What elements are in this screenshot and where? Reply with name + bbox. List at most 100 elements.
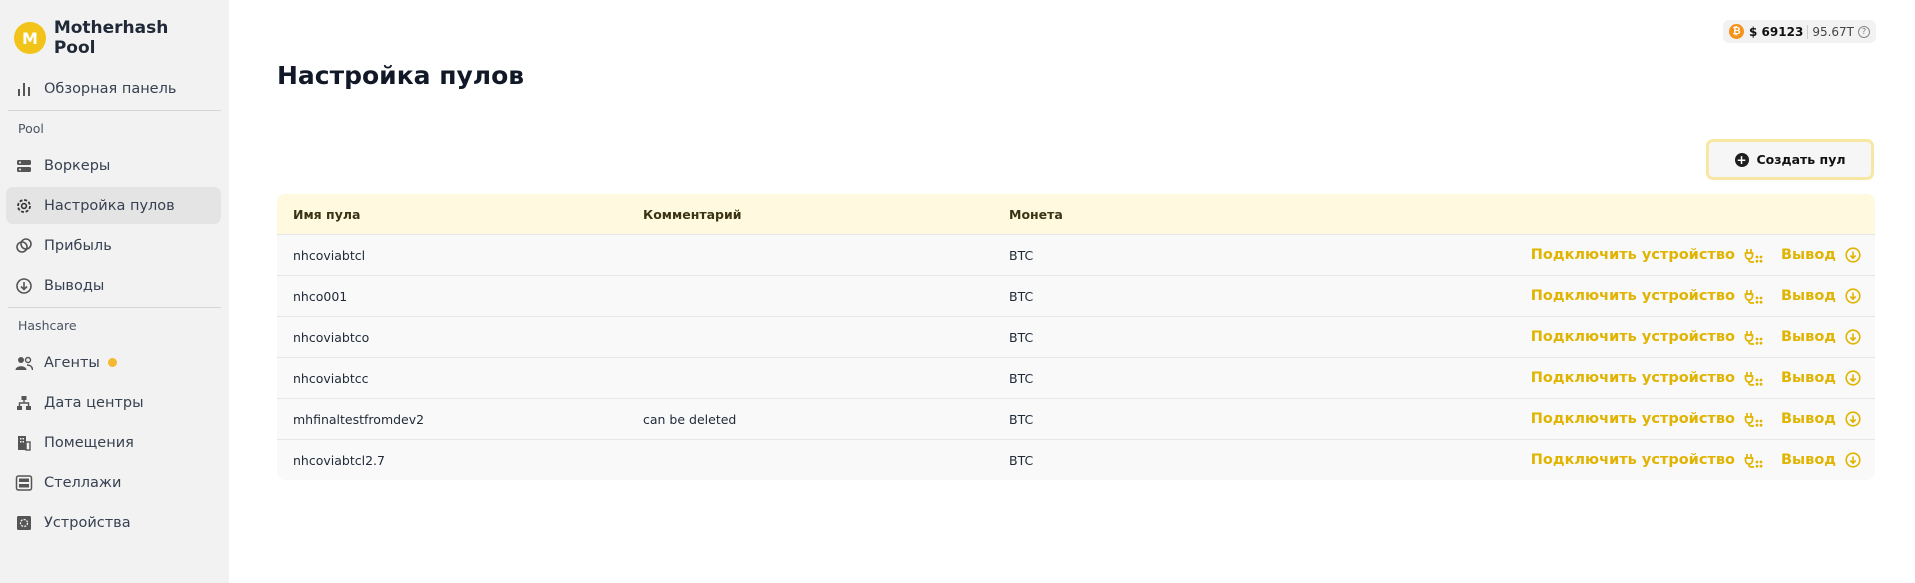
pool-name: nhcoviabtcl2.7	[293, 452, 385, 468]
rack-icon	[14, 473, 34, 493]
connect-device-button[interactable]: Подключить устройство	[1531, 329, 1763, 345]
pool-name: nhco001	[293, 288, 348, 304]
sidebar-item-racks[interactable]: Стеллажи	[6, 464, 221, 501]
connect-device-button[interactable]: Подключить устройство	[1531, 411, 1763, 427]
download-circle-icon	[1845, 288, 1861, 304]
create-pool-label: Создать пул	[1756, 152, 1846, 167]
withdraw-button[interactable]: Вывод	[1781, 411, 1861, 427]
building-icon	[14, 433, 34, 453]
connect-device-button[interactable]: Подключить устройство	[1531, 288, 1763, 304]
gear-icon	[14, 196, 34, 216]
bar-chart-icon	[14, 79, 34, 99]
main-content: ₿ $ 69123 95.67T ? Настройка пулов + Соз…	[229, 0, 1915, 583]
sidebar-item-rooms[interactable]: Помещения	[6, 424, 221, 461]
sidebar-item-pool-settings[interactable]: Настройка пулов	[6, 187, 221, 224]
plug-icon	[1744, 329, 1763, 345]
btc-price: $ 69123	[1749, 24, 1804, 39]
table-body: nhcoviabtcl BTC Подключить устройство Вы…	[277, 234, 1875, 480]
help-icon[interactable]: ?	[1858, 25, 1870, 38]
server-icon	[14, 156, 34, 176]
pool-coin: BTC	[1009, 329, 1034, 345]
table-row: nhcoviabtcl BTC Подключить устройство Вы…	[277, 234, 1875, 275]
hashrate-value: 95.67T	[1812, 24, 1854, 39]
btc-ticker[interactable]: ₿ $ 69123 95.67T ?	[1723, 20, 1876, 43]
app-root: M Motherhash Pool Обзорная панель Pool В…	[0, 0, 1915, 583]
page-title: Настройка пулов	[277, 61, 525, 90]
sidebar-item-label: Помещения	[44, 434, 134, 451]
connect-device-label: Подключить устройство	[1530, 370, 1735, 386]
sidebar-item-workers[interactable]: Воркеры	[6, 147, 221, 184]
plus-circle-icon: +	[1734, 152, 1749, 167]
download-circle-icon	[1845, 329, 1861, 345]
sidebar-item-label: Стеллажи	[44, 474, 122, 491]
plug-icon	[1744, 288, 1763, 304]
connect-device-label: Подключить устройство	[1530, 247, 1735, 263]
sidebar-item-label: Устройства	[44, 514, 131, 531]
table-row: nhcoviabtco BTC Подключить устройство Вы…	[277, 316, 1875, 357]
pools-table: Имя пула Комментарий Монета nhcoviabtcl …	[277, 194, 1875, 480]
withdraw-label: Вывод	[1780, 247, 1836, 263]
brand[interactable]: M Motherhash Pool	[0, 18, 229, 58]
sidebar-item-label: Настройка пулов	[44, 197, 175, 214]
pool-coin: BTC	[1009, 411, 1034, 427]
connect-device-label: Подключить устройство	[1530, 288, 1735, 304]
table-row: nhcoviabtcc BTC Подключить устройство Вы…	[277, 357, 1875, 398]
withdraw-label: Вывод	[1780, 411, 1836, 427]
pool-name: nhcoviabtco	[293, 329, 370, 345]
brand-name: Motherhash Pool	[53, 18, 169, 58]
section-label-hashcare: Hashcare	[18, 318, 77, 333]
sidebar-item-label: Воркеры	[44, 157, 111, 174]
sidebar-item-label: Обзорная панель	[44, 80, 177, 97]
row-actions: Подключить устройство Вывод	[1309, 370, 1875, 386]
connect-device-label: Подключить устройство	[1530, 411, 1735, 427]
hierarchy-icon	[14, 393, 34, 413]
brand-logo: M	[14, 22, 46, 54]
row-actions: Подключить устройство Вывод	[1309, 452, 1875, 468]
users-icon	[14, 353, 34, 373]
withdraw-label: Вывод	[1780, 370, 1836, 386]
sidebar-item-devices[interactable]: Устройства	[6, 504, 221, 541]
withdraw-button[interactable]: Вывод	[1781, 370, 1861, 386]
pool-coin: BTC	[1009, 452, 1034, 468]
pool-name: nhcoviabtcc	[293, 370, 369, 386]
plug-icon	[1744, 370, 1763, 386]
withdraw-button[interactable]: Вывод	[1781, 452, 1861, 468]
device-icon	[14, 513, 34, 533]
row-actions: Подключить устройство Вывод	[1309, 247, 1875, 263]
create-pool-button[interactable]: + Создать пул	[1706, 139, 1874, 180]
connect-device-label: Подключить устройство	[1530, 452, 1735, 468]
sidebar-item-profit[interactable]: Прибыль	[6, 227, 221, 264]
pool-name: mhfinaltestfromdev2	[293, 411, 425, 427]
withdraw-label: Вывод	[1780, 329, 1836, 345]
pool-coin: BTC	[1009, 370, 1034, 386]
divider	[8, 307, 221, 308]
withdraw-label: Вывод	[1780, 452, 1836, 468]
table-row: nhcoviabtcl2.7 BTC Подключить устройство…	[277, 439, 1875, 480]
divider	[8, 110, 221, 111]
sidebar-item-dashboard[interactable]: Обзорная панель	[6, 70, 221, 107]
withdraw-button[interactable]: Вывод	[1781, 329, 1861, 345]
download-circle-icon	[14, 276, 34, 296]
plug-icon	[1744, 411, 1763, 427]
pool-comment: can be deleted	[643, 411, 737, 427]
sidebar-item-label: Дата центры	[44, 394, 144, 411]
connect-device-button[interactable]: Подключить устройство	[1531, 370, 1763, 386]
row-actions: Подключить устройство Вывод	[1309, 288, 1875, 304]
sidebar-item-label: Прибыль	[44, 237, 112, 254]
connect-device-button[interactable]: Подключить устройство	[1531, 247, 1763, 263]
download-circle-icon	[1845, 370, 1861, 386]
table-row: nhco001 BTC Подключить устройство Вывод	[277, 275, 1875, 316]
connect-device-button[interactable]: Подключить устройство	[1531, 452, 1763, 468]
withdraw-button[interactable]: Вывод	[1781, 247, 1861, 263]
pool-coin: BTC	[1009, 288, 1034, 304]
sidebar-item-datacenters[interactable]: Дата центры	[6, 384, 221, 421]
sidebar-item-withdrawals[interactable]: Выводы	[6, 267, 221, 304]
table-header: Имя пула Комментарий Монета	[277, 194, 1875, 234]
sidebar-item-agents[interactable]: Агенты	[6, 344, 221, 381]
download-circle-icon	[1845, 452, 1861, 468]
pool-name: nhcoviabtcl	[293, 247, 366, 263]
header-pool-name: Имя пула	[293, 206, 361, 222]
notification-dot	[107, 358, 117, 367]
bitcoin-icon: ₿	[1729, 24, 1745, 39]
withdraw-button[interactable]: Вывод	[1781, 288, 1861, 304]
